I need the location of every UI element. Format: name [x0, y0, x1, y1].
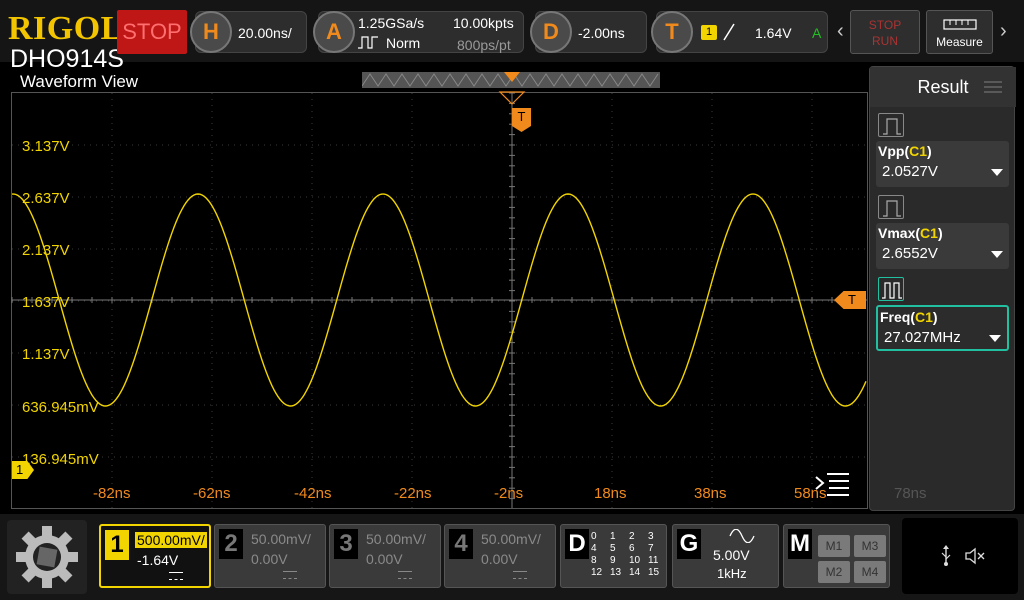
waveform-view-title: Waveform View — [20, 72, 139, 91]
math-label: M — [788, 529, 812, 559]
channel-number: 4 — [449, 529, 473, 559]
chevron-right-icon[interactable]: › — [1000, 20, 1007, 43]
dc-coupling-icon — [513, 571, 527, 579]
result-item-vmax[interactable]: Vmax(C1) 2.6552V — [876, 223, 1009, 269]
panel-menu-icon[interactable] — [984, 79, 1002, 95]
channel-scale: 50.00mV/ — [366, 531, 426, 547]
menu-icon[interactable] — [813, 469, 851, 497]
channel-offset: -1.64V — [137, 552, 179, 568]
math-m1-button[interactable]: M1 — [818, 535, 850, 557]
time-axis-label: 18ns — [594, 485, 627, 502]
volt-axis-label: 1.637V — [22, 294, 70, 311]
generator-frequency: 1kHz — [717, 566, 747, 581]
system-status-area — [902, 518, 1018, 594]
channel-offset: 0.00V — [251, 551, 288, 567]
speaker-muted-icon[interactable] — [964, 546, 988, 566]
digital-bit-label: 15 — [648, 567, 660, 578]
time-axis-label: 78ns — [894, 485, 927, 502]
channel-scale: 50.00mV/ — [251, 531, 311, 547]
digital-bit-label: 5 — [610, 543, 616, 554]
channel-number: 1 — [105, 530, 129, 560]
math-m4-button[interactable]: M4 — [854, 561, 886, 583]
volt-axis-label: 3.137V — [22, 138, 70, 155]
channel-scale: 50.00mV/ — [481, 531, 541, 547]
dc-coupling-icon — [398, 571, 412, 579]
volt-axis-label: 636.945mV — [22, 399, 99, 416]
caret-down-icon[interactable] — [991, 251, 1003, 258]
channel-2-button[interactable]: 2 50.00mV/0.00V — [214, 524, 326, 588]
digital-bit-label: 9 — [610, 555, 616, 566]
dc-coupling-icon — [283, 571, 297, 579]
time-axis-label: -82ns — [93, 485, 131, 502]
volt-axis-label: 1.137V — [22, 346, 70, 363]
math-m2-button[interactable]: M2 — [818, 561, 850, 583]
generator-label: G — [677, 529, 701, 559]
math-m3-button[interactable]: M3 — [854, 535, 886, 557]
channel-offset: 0.00V — [481, 551, 518, 567]
measure-label: Measure — [936, 35, 983, 49]
digital-bit-grid: 0 1 2 3 4 5 6 7 8 9 10 11 12 13 14 15 — [591, 531, 667, 579]
result-source: C1 — [915, 309, 933, 325]
volt-axis-label: 2.637V — [22, 190, 70, 207]
channel-scale: 500.00mV/ — [135, 532, 207, 548]
channel-4-button[interactable]: 4 50.00mV/0.00V — [444, 524, 556, 588]
result-item-freq[interactable]: Freq(C1) 27.027MHz — [876, 305, 1009, 351]
measurement-result-panel: Result Vpp(C1) 2.0527V Vmax(C1) 2.6552V … — [869, 66, 1016, 511]
result-value: 27.027MHz — [884, 329, 961, 346]
channel-number: 2 — [219, 529, 243, 559]
digital-bit-label: 8 — [591, 555, 597, 566]
ruler-icon — [942, 19, 977, 30]
result-name: Freq — [880, 309, 911, 325]
digital-label: D — [565, 529, 589, 559]
digital-bit-label: 7 — [648, 543, 654, 554]
channel-number: 3 — [334, 529, 358, 559]
result-source: C1 — [909, 143, 928, 159]
math-button[interactable]: M M1 M3 M2 M4 — [783, 524, 890, 588]
sine-wave-icon — [729, 529, 755, 543]
result-name: Vmax — [878, 225, 916, 241]
generator-amplitude: 5.00V — [713, 547, 750, 563]
volt-axis-label: 2.137V — [22, 242, 70, 259]
channel-1-button[interactable]: 1 500.00mV/ -1.64V — [99, 524, 211, 588]
time-axis-label: -42ns — [294, 485, 332, 502]
channel-3-button[interactable]: 3 50.00mV/0.00V — [329, 524, 441, 588]
dc-coupling-icon — [169, 572, 183, 580]
channel-offset: 0.00V — [366, 551, 403, 567]
result-item-vpp[interactable]: Vpp(C1) 2.0527V — [876, 141, 1009, 187]
digital-bit-label: 0 — [591, 531, 597, 542]
digital-bit-label: 13 — [610, 567, 622, 578]
result-value: 2.0527V — [882, 163, 938, 180]
result-name: Vpp — [878, 143, 905, 159]
caret-down-icon[interactable] — [991, 169, 1003, 176]
generator-button[interactable]: G 5.00V 1kHz — [672, 524, 779, 588]
measure-button[interactable]: Measure — [926, 10, 993, 54]
digital-bit-label: 6 — [629, 543, 635, 554]
time-axis-label: -22ns — [394, 485, 432, 502]
digital-bit-label: 11 — [648, 555, 659, 566]
trigger-position-marker[interactable] — [504, 72, 520, 82]
digital-channels-button[interactable]: D 0 1 2 3 4 5 6 7 8 9 10 11 12 13 14 15 — [560, 524, 667, 588]
pulse-measure-icon — [878, 113, 904, 137]
digital-bit-label: 3 — [648, 531, 654, 542]
time-axis-label: 38ns — [694, 485, 727, 502]
pulse-measure-icon — [878, 195, 904, 219]
gear-icon[interactable] — [7, 520, 87, 594]
digital-bit-label: 12 — [591, 567, 603, 578]
frequency-measure-icon — [878, 277, 904, 301]
result-source: C1 — [920, 225, 938, 241]
time-axis-label: -2ns — [494, 485, 524, 502]
digital-bit-label: 1 — [610, 531, 616, 542]
volt-axis-label: 136.945mV — [22, 451, 99, 468]
digital-bit-label: 2 — [629, 531, 635, 542]
caret-down-icon[interactable] — [989, 335, 1001, 342]
digital-bit-label: 4 — [591, 543, 597, 554]
digital-bit-label: 14 — [629, 567, 641, 578]
usb-icon[interactable] — [940, 545, 952, 567]
digital-bit-label: 10 — [629, 555, 641, 566]
time-axis-label: -62ns — [193, 485, 231, 502]
result-value: 2.6552V — [882, 245, 938, 262]
